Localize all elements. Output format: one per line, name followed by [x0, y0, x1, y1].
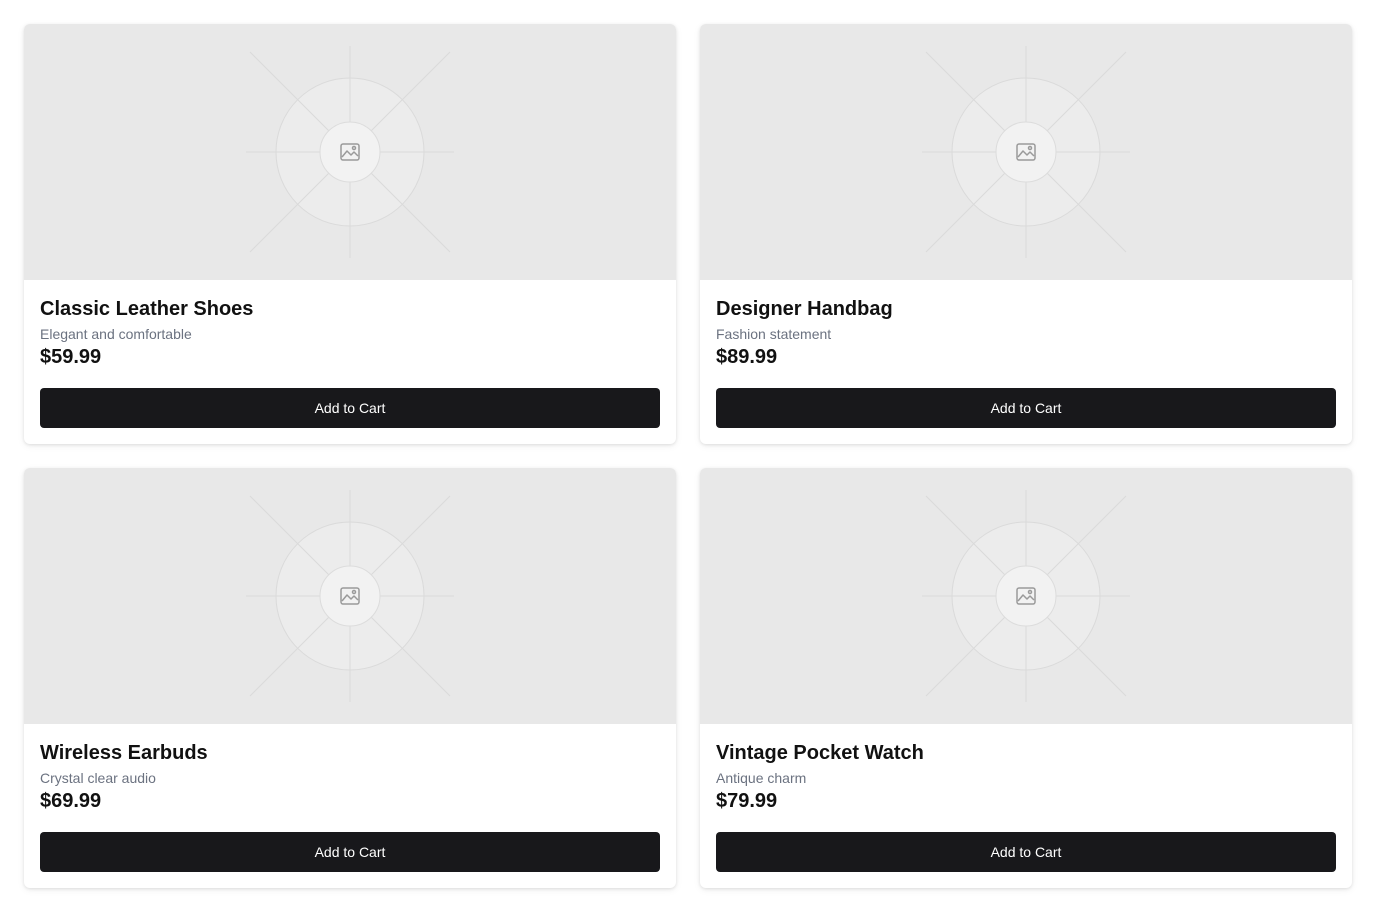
product-image-placeholder [24, 468, 676, 724]
image-placeholder-icon [922, 490, 1130, 702]
product-price: $59.99 [40, 346, 102, 368]
add-to-cart-button[interactable]: Add to Cart [716, 832, 1336, 872]
product-price: $79.99 [716, 790, 778, 812]
product-image-placeholder [24, 24, 676, 280]
product-title: Wireless Earbuds [40, 742, 208, 764]
product-grid: Classic Leather Shoes Elegant and comfor… [0, 0, 1376, 912]
image-placeholder-icon [246, 490, 454, 702]
product-card: Classic Leather Shoes Elegant and comfor… [24, 24, 676, 444]
add-to-cart-button[interactable]: Add to Cart [40, 388, 660, 428]
product-price: $69.99 [40, 790, 102, 812]
product-card: Designer Handbag Fashion statement $89.9… [700, 24, 1352, 444]
add-to-cart-button[interactable]: Add to Cart [40, 832, 660, 872]
product-description: Crystal clear audio [40, 770, 156, 786]
image-placeholder-icon [246, 46, 454, 258]
image-placeholder-icon [922, 46, 1130, 258]
product-title: Vintage Pocket Watch [716, 742, 924, 764]
product-title: Designer Handbag [716, 298, 893, 320]
product-description: Fashion statement [716, 326, 832, 342]
product-price: $89.99 [716, 346, 778, 368]
product-description: Elegant and comfortable [40, 326, 192, 342]
product-image-placeholder [700, 24, 1352, 280]
product-image-placeholder [700, 468, 1352, 724]
product-card: Vintage Pocket Watch Antique charm $79.9… [700, 468, 1352, 888]
product-title: Classic Leather Shoes [40, 298, 254, 320]
add-to-cart-button[interactable]: Add to Cart [716, 388, 1336, 428]
product-description: Antique charm [716, 770, 807, 786]
product-card: Wireless Earbuds Crystal clear audio $69… [24, 468, 676, 888]
